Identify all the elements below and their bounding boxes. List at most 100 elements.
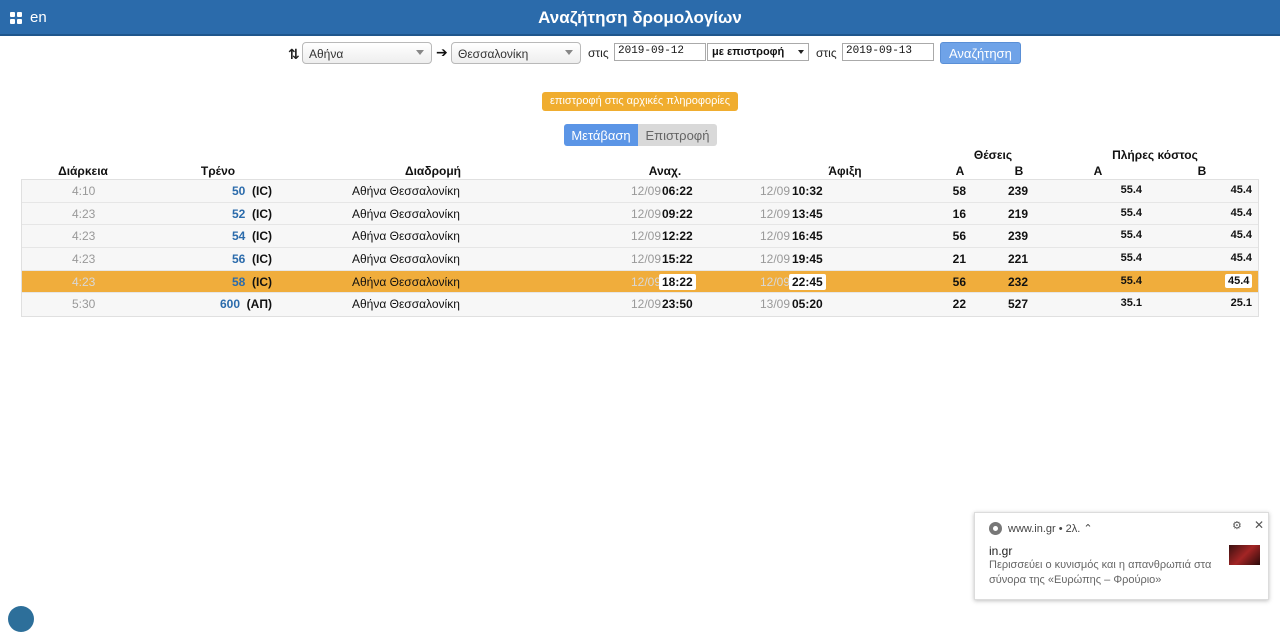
arr-time-highlight: 22:45: [789, 273, 826, 290]
dep-date-cell: 12/09: [631, 229, 662, 244]
train-number-link[interactable]: 50: [232, 184, 245, 198]
col-departure: Αναχ.: [648, 164, 682, 178]
dep-time-cell: 18:22: [659, 273, 696, 290]
notification-thumbnail: [1229, 545, 1260, 565]
col-seats: Θέσεις: [973, 148, 1013, 162]
train-type: (IC): [252, 229, 272, 244]
cost-a-cell: 55.4: [1120, 274, 1142, 287]
gear-icon[interactable]: ⚙: [1232, 519, 1242, 532]
train-number-link[interactable]: 600: [220, 297, 240, 311]
seats-a-cell: 16: [952, 206, 966, 221]
train-number-link[interactable]: 54: [232, 229, 245, 243]
cost-b-cell: 25.1: [1230, 297, 1252, 310]
tab-outbound[interactable]: Μετάβαση: [564, 124, 638, 146]
seats-b-cell: 239: [1007, 184, 1028, 198]
cost-b-highlight: 45.4: [1225, 273, 1253, 288]
dep-time-cell: 15:22: [662, 252, 693, 267]
duration-cell: 4:23: [72, 252, 96, 267]
dep-time-cell: 23:50: [662, 297, 693, 312]
seats-a-cell: 22: [952, 297, 966, 312]
col-train: Τρένο: [200, 164, 236, 178]
train-cell: 54 (IC): [182, 229, 272, 243]
chrome-icon: [989, 522, 1002, 535]
seats-a-cell: 58: [952, 184, 966, 198]
train-number-link[interactable]: 58: [232, 275, 245, 289]
notification-body: Περισσεύει ο κυνισμός και η απανθρωπιά σ…: [989, 559, 1212, 586]
train-number-link[interactable]: 52: [232, 207, 245, 221]
date-out-input[interactable]: 2019-09-12: [614, 43, 706, 61]
arr-time-cell: 10:32: [792, 184, 823, 198]
results-table: 4:10 50 (IC) Αθήνα Θεσσαλονίκη 12/09 06:…: [21, 179, 1259, 318]
table-row[interactable]: 4:10 50 (IC) Αθήνα Θεσσαλονίκη 12/09 06:…: [22, 180, 1258, 203]
train-cell: 600 (ΑΠ): [182, 297, 272, 311]
cost-a-cell: 55.4: [1120, 229, 1142, 242]
date-ret-label: στις: [816, 46, 837, 60]
arr-date-cell: 13/09: [760, 297, 791, 312]
to-station-value: Θεσσαλονίκη: [458, 47, 529, 61]
route-cell: Αθήνα Θεσσαλονίκη: [352, 252, 460, 267]
route-cell: Αθήνα Θεσσαλονίκη: [352, 297, 460, 312]
arrow-right-icon: ➔: [436, 44, 448, 60]
cost-b-cell: 45.4: [1230, 229, 1252, 242]
to-station-select[interactable]: Θεσσαλονίκη: [451, 42, 581, 64]
col-cost: Πλήρες κόστος: [1112, 148, 1198, 162]
train-cell: 58 (IC): [182, 275, 272, 289]
notification-source: www.in.gr • 2λ. ⌃: [1008, 523, 1093, 535]
table-row[interactable]: 4:23 52 (IC) Αθήνα Θεσσαλονίκη 12/09 09:…: [22, 202, 1258, 226]
dep-time-cell: 06:22: [662, 184, 693, 198]
trip-type-value: με επιστροφή: [712, 46, 785, 58]
col-cost-b: Β: [1197, 164, 1207, 178]
seats-b-cell: 232: [1007, 274, 1028, 289]
arr-time-cell: 16:45: [792, 229, 823, 244]
route-cell: Αθήνα Θεσσαλονίκη: [352, 274, 460, 289]
arr-date-cell: 12/09: [760, 229, 791, 244]
seats-b-cell: 239: [1007, 229, 1028, 244]
col-arrival: Άφιξη: [828, 164, 862, 178]
dep-date-cell: 12/09: [631, 252, 662, 267]
route-cell: Αθήνα Θεσσαλονίκη: [352, 184, 460, 198]
seats-a-cell: 21: [952, 252, 966, 267]
table-row[interactable]: 5:30 600 (ΑΠ) Αθήνα Θεσσαλονίκη 12/09 23…: [22, 293, 1258, 317]
app-header: en Αναζήτηση δρομολογίων: [0, 0, 1280, 36]
dep-date-cell: 12/09: [631, 274, 662, 289]
date-out-label: στις: [588, 46, 609, 60]
chevron-down-icon: [798, 50, 804, 54]
cost-b-cell: 45.4: [1225, 273, 1253, 288]
duration-cell: 4:23: [72, 206, 96, 221]
cost-a-cell: 55.4: [1120, 184, 1142, 196]
swap-stations-icon[interactable]: ⇅: [288, 46, 300, 63]
close-icon[interactable]: ✕: [1254, 518, 1264, 532]
duration-cell: 4:10: [72, 184, 96, 198]
tab-return[interactable]: Επιστροφή: [638, 124, 717, 146]
route-cell: Αθήνα Θεσσαλονίκη: [352, 206, 460, 221]
page-title: Αναζήτηση δρομολογίων: [538, 8, 742, 27]
train-type: (IC): [252, 252, 272, 267]
from-station-select[interactable]: Αθήνα: [302, 42, 432, 64]
date-return-input[interactable]: 2019-09-13: [842, 43, 934, 61]
seats-a-cell: 56: [952, 229, 966, 244]
train-type: (ΑΠ): [246, 297, 272, 312]
cost-a-cell: 55.4: [1120, 206, 1142, 219]
chevron-down-icon: [416, 50, 424, 55]
train-cell: 52 (IC): [182, 207, 272, 221]
table-row[interactable]: 4:23 56 (IC) Αθήνα Θεσσαλονίκη 12/09 15:…: [22, 248, 1258, 271]
browser-notification[interactable]: www.in.gr • 2λ. ⌃ ⚙ ✕ in.gr Περισσεύει ο…: [974, 512, 1269, 600]
cost-b-cell: 45.4: [1230, 252, 1252, 265]
taskbar-app-icon[interactable]: [8, 606, 34, 632]
seats-b-cell: 527: [1007, 297, 1028, 312]
cost-b-cell: 45.4: [1230, 206, 1252, 219]
notification-title: in.gr: [989, 544, 1013, 558]
table-row-selected[interactable]: 4:23 58 (IC) Αθήνα Θεσσαλονίκη 12/09 18:…: [22, 270, 1258, 294]
table-row[interactable]: 4:23 54 (IC) Αθήνα Θεσσαλονίκη 12/09 12:…: [22, 225, 1258, 249]
col-route: Διαδρομή: [404, 164, 462, 178]
seats-b-cell: 219: [1007, 206, 1028, 221]
cost-b-cell: 45.4: [1230, 184, 1252, 196]
back-to-info-button[interactable]: επιστροφή στις αρχικές πληροφορίες: [542, 92, 738, 111]
train-number-link[interactable]: 56: [232, 252, 245, 266]
trip-type-select[interactable]: με επιστροφή: [707, 43, 809, 61]
search-button[interactable]: Αναζήτηση: [940, 42, 1021, 64]
arr-time-cell: 19:45: [792, 252, 823, 267]
train-type: (IC): [252, 206, 272, 221]
arr-time-cell: 22:45: [789, 273, 826, 290]
col-seats-b: Β: [1014, 164, 1024, 178]
